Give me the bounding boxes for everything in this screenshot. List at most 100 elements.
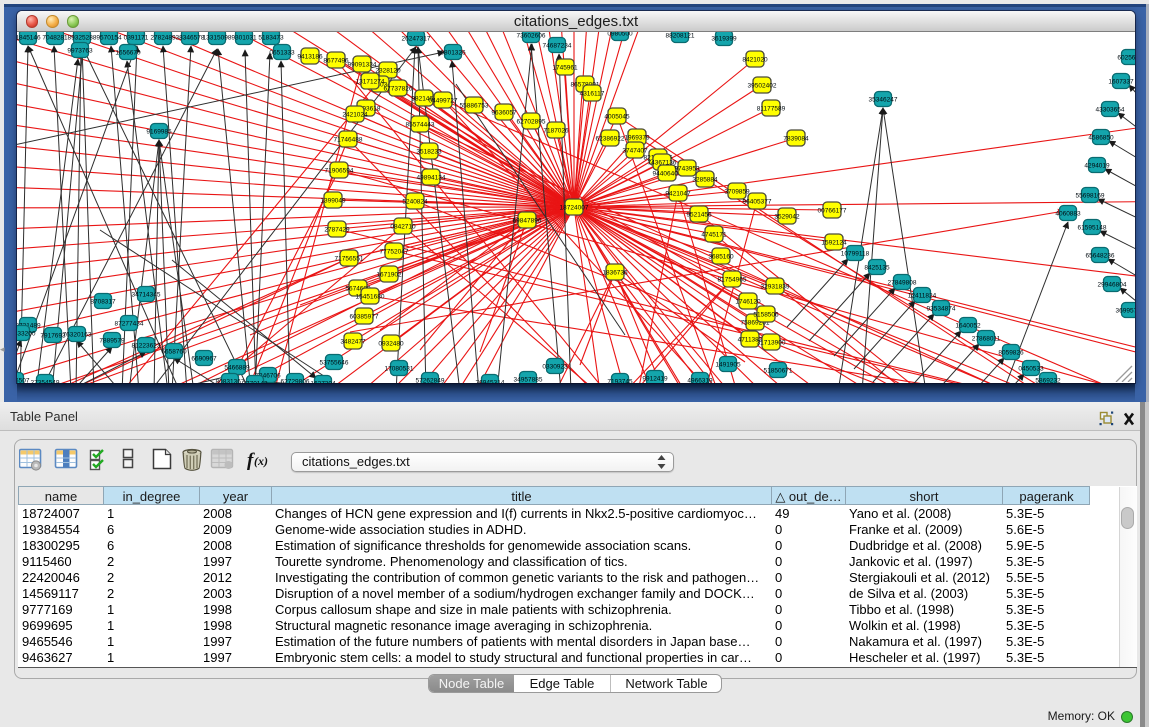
svg-text:9169985: 9169985: [146, 129, 172, 136]
svg-text:2328120: 2328120: [375, 68, 401, 75]
svg-text:62729806: 62729806: [281, 379, 310, 383]
svg-text:(x): (x): [254, 454, 268, 468]
svg-text:71756551: 71756551: [335, 256, 364, 263]
svg-text:74687234: 74687234: [543, 43, 572, 50]
svg-text:71906594: 71906594: [325, 168, 354, 175]
svg-text:0651333: 0651333: [269, 50, 295, 57]
svg-text:17080531: 17080531: [385, 366, 414, 373]
svg-text:0842710: 0842710: [390, 224, 416, 231]
svg-text:53755646: 53755646: [320, 360, 349, 367]
svg-text:7889579: 7889579: [99, 338, 125, 345]
svg-text:9570154: 9570154: [96, 35, 122, 42]
svg-text:9421047: 9421047: [665, 191, 691, 198]
svg-text:85574443: 85574443: [406, 122, 435, 129]
svg-text:3529042: 3529042: [774, 214, 800, 221]
svg-text:99091334: 99091334: [348, 62, 377, 69]
svg-text:67737826: 67737826: [384, 86, 413, 93]
svg-text:65648236: 65648236: [1086, 253, 1115, 260]
svg-text:37996507: 37996507: [17, 378, 30, 383]
svg-text:71746488: 71746488: [334, 137, 363, 144]
svg-text:5869232: 5869232: [1035, 378, 1061, 383]
svg-text:6025634: 6025634: [1117, 55, 1135, 62]
svg-text:27868011: 27868011: [972, 336, 1001, 343]
svg-text:35346247: 35346247: [869, 97, 898, 104]
svg-text:81754965: 81754965: [718, 277, 747, 284]
svg-text:36995777: 36995777: [1116, 308, 1135, 315]
svg-text:4966319: 4966319: [687, 378, 713, 383]
svg-text:62702895: 62702895: [517, 119, 546, 126]
svg-text:9973763: 9973763: [67, 48, 93, 55]
svg-text:5240824: 5240824: [402, 199, 428, 206]
svg-text:39502402: 39502402: [748, 83, 777, 90]
svg-text:1640052: 1640052: [955, 323, 981, 330]
svg-text:1627204: 1627204: [310, 381, 336, 383]
svg-text:7770143: 7770143: [242, 381, 268, 383]
svg-text:4294019: 4294019: [1084, 163, 1110, 170]
svg-text:9301031: 9301031: [231, 35, 257, 42]
svg-text:31713900: 31713900: [757, 340, 786, 347]
svg-text:3518233: 3518233: [416, 149, 442, 156]
svg-text:96405377: 96405377: [743, 199, 772, 206]
svg-text:3482477: 3482477: [340, 339, 366, 346]
svg-text:1845146: 1845146: [17, 35, 41, 42]
svg-text:13433200: 13433200: [17, 331, 36, 338]
svg-text:26247317: 26247317: [402, 36, 431, 43]
svg-text:0980500: 0980500: [607, 32, 633, 38]
svg-text:61595148: 61595148: [1078, 225, 1107, 232]
svg-text:1491905: 1491905: [715, 362, 741, 369]
svg-text:1671902: 1671902: [376, 272, 402, 279]
svg-text:69847896: 69847896: [513, 218, 542, 225]
svg-text:0450533: 0450533: [1018, 366, 1044, 373]
svg-text:1969379: 1969379: [624, 135, 650, 142]
svg-text:80831367: 80831367: [216, 379, 245, 383]
svg-text:2782489: 2782489: [150, 35, 176, 42]
svg-text:1836736: 1836736: [602, 270, 628, 277]
svg-text:13315098: 13315098: [203, 35, 232, 42]
svg-text:4745171: 4745171: [701, 232, 727, 239]
svg-text:10799118: 10799118: [841, 251, 870, 258]
svg-text:13171274: 13171274: [356, 79, 385, 86]
svg-text:1607337: 1607337: [1108, 79, 1134, 86]
svg-text:6658760: 6658760: [161, 349, 187, 356]
svg-text:9521456: 9521456: [686, 212, 712, 219]
svg-text:32931839: 32931839: [761, 284, 790, 291]
svg-text:76945314: 76945314: [476, 380, 505, 383]
svg-text:27354549: 27354549: [31, 380, 60, 383]
svg-text:34714345: 34714345: [132, 292, 161, 299]
svg-text:8708317: 8708317: [90, 299, 116, 306]
svg-text:8059826: 8059826: [998, 350, 1024, 357]
svg-text:8677496: 8677496: [323, 58, 349, 65]
svg-text:60385977: 60385977: [350, 314, 379, 321]
svg-text:0801326: 0801326: [440, 50, 466, 57]
svg-text:9413186: 9413186: [297, 54, 323, 61]
svg-text:5158506: 5158506: [753, 312, 779, 319]
svg-text:1745961: 1745961: [552, 65, 578, 72]
svg-text:62386922: 62386922: [596, 136, 625, 143]
svg-text:15451680: 15451680: [356, 294, 385, 301]
svg-text:73602606: 73602606: [517, 33, 546, 40]
svg-text:5183473: 5183473: [258, 35, 284, 42]
svg-text:00766177: 00766177: [818, 208, 847, 215]
svg-text:2787429: 2787429: [324, 227, 350, 234]
svg-text:81223623: 81223623: [132, 343, 161, 350]
svg-text:81177589: 81177589: [757, 106, 786, 113]
svg-text:76320163: 76320163: [63, 332, 92, 339]
svg-text:4060883: 4060883: [1055, 211, 1081, 218]
svg-text:3619399: 3619399: [711, 36, 737, 43]
svg-text:89325288: 89325288: [68, 35, 97, 42]
svg-text:5466889: 5466889: [224, 365, 250, 372]
svg-text:0330923: 0330923: [542, 364, 568, 371]
svg-text:55698169: 55698169: [1076, 193, 1105, 200]
svg-text:43303654: 43303654: [1096, 107, 1125, 114]
svg-text:93534874: 93534874: [927, 306, 956, 313]
svg-text:0932480: 0932480: [378, 341, 404, 348]
svg-text:38346578: 38346578: [176, 35, 205, 42]
svg-text:2421024: 2421024: [342, 112, 368, 119]
svg-text:7187026: 7187026: [543, 128, 569, 135]
svg-text:6690967: 6690967: [191, 356, 217, 363]
svg-text:4005045: 4005045: [604, 114, 630, 121]
svg-text:1746120: 1746120: [735, 299, 761, 306]
svg-text:9912419: 9912419: [642, 376, 668, 383]
svg-text:87277434: 87277434: [115, 321, 144, 328]
svg-text:8421020: 8421020: [742, 57, 768, 64]
